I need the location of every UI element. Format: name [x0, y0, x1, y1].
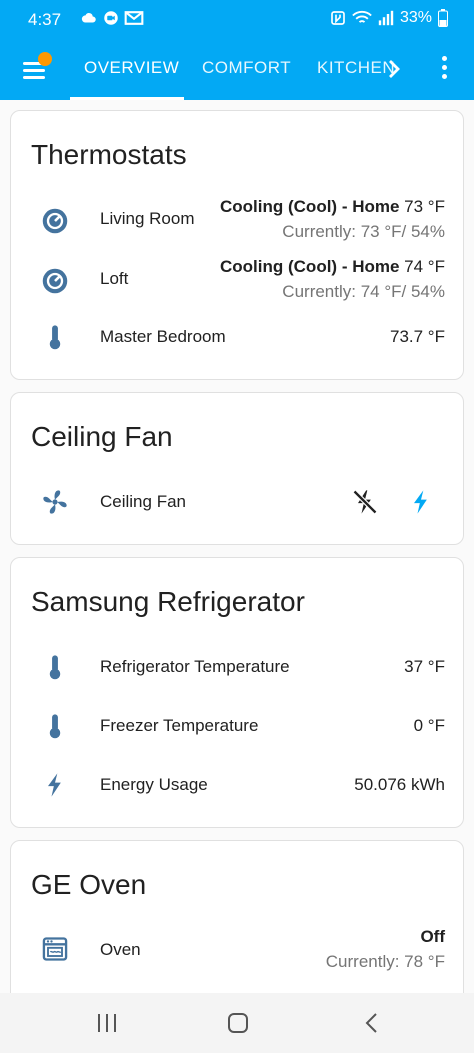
- battery-icon: [438, 9, 448, 27]
- wifi-icon: [352, 11, 372, 23]
- turn-on-button[interactable]: [407, 488, 435, 516]
- card-title: GE Oven: [31, 869, 147, 900]
- thermostat-state: Cooling (Cool) - Home 73 °F: [220, 197, 445, 217]
- status-system-icons: 33%: [330, 9, 448, 27]
- entity-name: Living Room: [100, 209, 195, 228]
- entity-name: Loft: [100, 269, 129, 288]
- active-tab-indicator: [70, 97, 184, 100]
- status-notification-icons: [80, 9, 144, 27]
- entity-value: 50.076 kWh: [354, 775, 445, 794]
- oven-icon: [42, 937, 68, 961]
- hvac-mode: Cooling (Cool) - Home: [220, 197, 400, 216]
- thermostat-icon: [42, 208, 68, 234]
- entity-name: Freezer Temperature: [100, 716, 259, 735]
- system-navigation-bar: [0, 993, 474, 1053]
- thermometer-icon: [49, 714, 61, 739]
- status-bar: 4:37 33%: [0, 0, 474, 38]
- overflow-menu-button[interactable]: [440, 56, 448, 82]
- signal-icon: [378, 10, 394, 26]
- entity-row-freezer-temperature[interactable]: Freezer Temperature 0 °F: [11, 698, 465, 754]
- turn-off-button[interactable]: [351, 488, 379, 516]
- card-title: Ceiling Fan: [31, 421, 173, 452]
- thermometer-icon: [49, 325, 61, 350]
- tab-comfort[interactable]: COMFORT: [202, 58, 291, 78]
- entity-name: Master Bedroom: [100, 327, 226, 346]
- thermostat-state: Cooling (Cool) - Home 74 °F: [220, 257, 445, 277]
- card-thermostats: Thermostats Living Room Cooling (Cool) -…: [10, 110, 464, 380]
- lightning-icon: [48, 773, 61, 797]
- video-call-icon: [104, 11, 118, 25]
- hvac-mode: Cooling (Cool) - Home: [220, 257, 400, 276]
- oven-current-temp: Currently: 78 °F: [325, 952, 445, 971]
- entity-value: 37 °F: [404, 657, 445, 676]
- entity-name: Energy Usage: [100, 775, 208, 794]
- recent-apps-icon[interactable]: [94, 1011, 120, 1035]
- oven-state: Off: [420, 927, 445, 946]
- entity-name: Refrigerator Temperature: [100, 657, 290, 676]
- entity-name: Ceiling Fan: [100, 492, 186, 511]
- target-temp: 73 °F: [404, 197, 445, 216]
- card-ceiling-fan: Ceiling Fan Ceiling Fan: [10, 392, 464, 545]
- entity-row-master-bedroom[interactable]: Master Bedroom 73.7 °F: [11, 309, 465, 365]
- entity-row-refrigerator-temperature[interactable]: Refrigerator Temperature 37 °F: [11, 639, 465, 695]
- cloud-icon: [81, 13, 96, 23]
- entity-row-oven[interactable]: Oven Off Currently: 78 °F: [11, 921, 465, 981]
- entity-name: Oven: [100, 940, 141, 959]
- thermometer-icon: [49, 655, 61, 680]
- notification-badge: [38, 52, 52, 66]
- app-bar: OVERVIEW COMFORT KITCHEN: [0, 38, 474, 100]
- entity-row-loft[interactable]: Loft Cooling (Cool) - Home 74 °F Current…: [11, 253, 465, 313]
- entity-value: 73.7 °F: [390, 327, 445, 346]
- current-temp-humidity: Currently: 73 °F/ 54%: [282, 222, 445, 241]
- view-tabs: OVERVIEW COMFORT KITCHEN: [68, 38, 408, 100]
- mail-icon: [124, 11, 144, 25]
- entity-row-living-room[interactable]: Living Room Cooling (Cool) - Home 73 °F …: [11, 193, 465, 253]
- battery-percent: 33%: [399, 9, 432, 26]
- back-icon[interactable]: [360, 1011, 386, 1035]
- entity-value: 0 °F: [413, 716, 445, 735]
- thermostat-icon: [42, 268, 68, 294]
- card-title: Thermostats: [31, 139, 187, 170]
- card-samsung-refrigerator: Samsung Refrigerator Refrigerator Temper…: [10, 557, 464, 828]
- current-temp-humidity: Currently: 74 °F/ 54%: [282, 282, 445, 301]
- target-temp: 74 °F: [404, 257, 445, 276]
- tab-overview[interactable]: OVERVIEW: [84, 58, 179, 78]
- chevron-right-icon[interactable]: [384, 56, 404, 82]
- menu-button[interactable]: [20, 52, 52, 84]
- card-title: Samsung Refrigerator: [31, 586, 305, 617]
- entity-row-energy-usage[interactable]: Energy Usage 50.076 kWh: [11, 757, 465, 813]
- nfc-icon: [331, 11, 345, 25]
- home-icon[interactable]: [225, 1011, 251, 1035]
- entity-row-ceiling-fan[interactable]: Ceiling Fan: [11, 474, 465, 530]
- fan-icon: [43, 490, 67, 514]
- status-time: 4:37: [28, 10, 62, 29]
